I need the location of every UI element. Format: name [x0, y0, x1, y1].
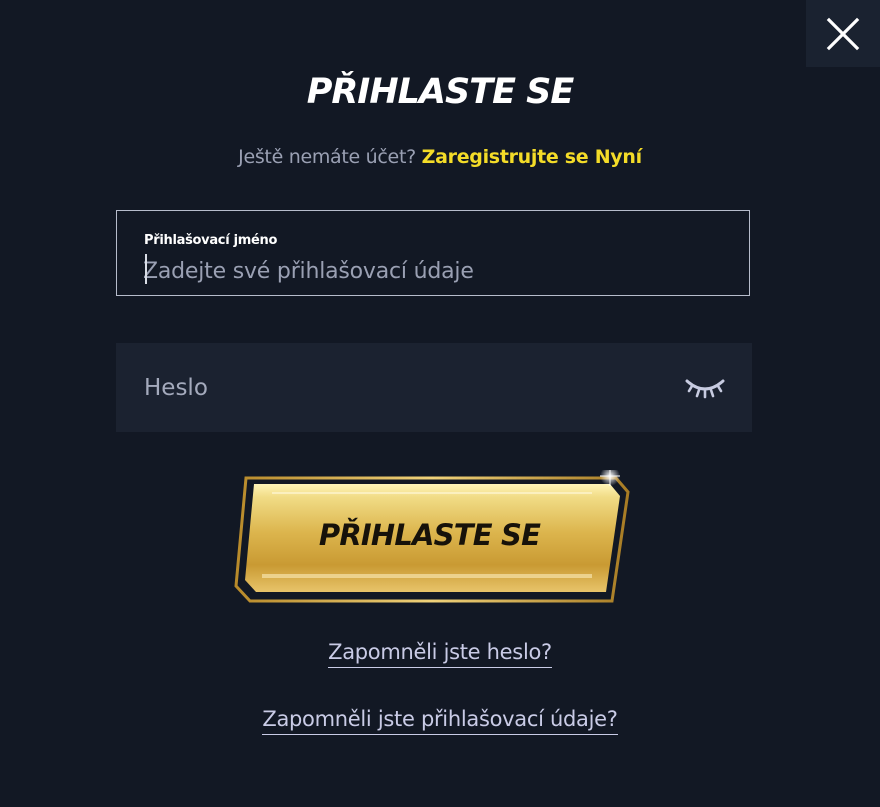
- close-icon: [826, 17, 860, 50]
- password-field[interactable]: [116, 343, 752, 432]
- login-button[interactable]: PŘIHLASTE SE: [232, 470, 632, 606]
- password-visibility-toggle[interactable]: [684, 373, 726, 403]
- page-title: PŘIHLASTE SE: [306, 72, 575, 112]
- text-caret: [145, 254, 147, 284]
- username-label: Přihlašovací jméno: [144, 233, 278, 248]
- forgot-password-link[interactable]: Zapomněli jste heslo?: [328, 640, 552, 668]
- register-prompt-text: Ještě nemáte účet?: [238, 146, 416, 168]
- login-modal: PŘIHLASTE SE Ještě nemáte účet? Zaregist…: [0, 0, 880, 807]
- password-input[interactable]: [144, 371, 664, 405]
- close-button[interactable]: [806, 0, 880, 67]
- forgot-username-row: Zapomněli jste přihlašovací údaje?: [0, 707, 880, 735]
- forgot-password-row: Zapomněli jste heslo?: [0, 640, 880, 668]
- register-link[interactable]: Zaregistrujte se Nyní: [422, 146, 643, 168]
- login-button-shape: [234, 470, 630, 603]
- eye-closed-icon: [685, 379, 725, 399]
- username-input[interactable]: [143, 255, 723, 287]
- username-field[interactable]: Přihlašovací jméno: [116, 210, 750, 296]
- register-prompt: Ještě nemáte účet? Zaregistrujte se Nyní: [0, 144, 880, 170]
- forgot-username-link[interactable]: Zapomněli jste přihlašovací údaje?: [262, 707, 618, 735]
